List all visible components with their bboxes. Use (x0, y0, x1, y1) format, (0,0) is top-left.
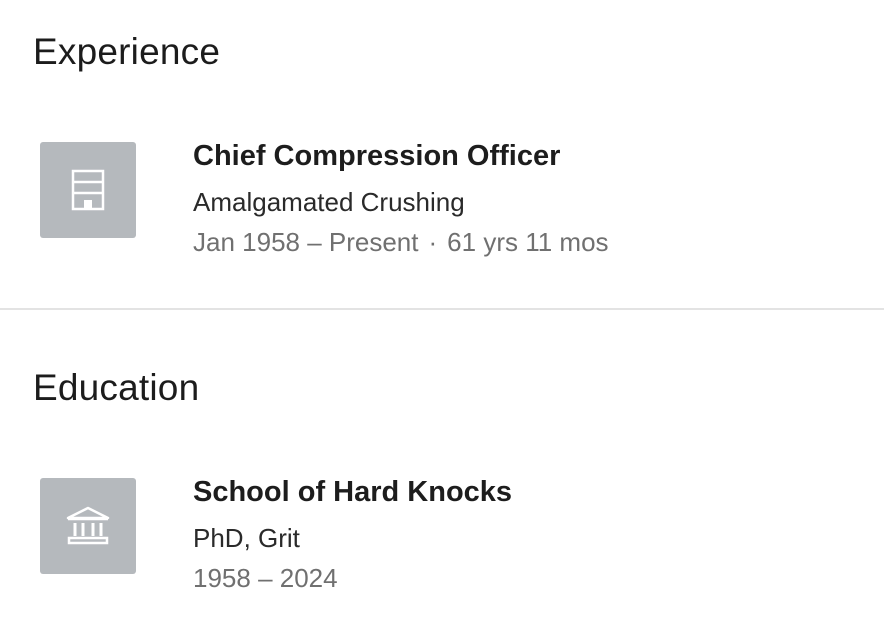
date-range: Jan 1958 – Present (193, 227, 419, 257)
job-title[interactable]: Chief Compression Officer (193, 142, 560, 171)
education-years: 1958 – 2024 (193, 563, 338, 593)
education-section: Education School of Hard Knocks PhD, Gri… (0, 310, 884, 630)
experience-heading: Experience (33, 31, 221, 72)
employment-duration: 61 yrs 11 mos (447, 227, 609, 257)
company-name[interactable]: Amalgamated Crushing (193, 189, 465, 215)
school-icon (66, 506, 110, 545)
employment-dates: Jan 1958 – Present · 61 yrs 11 mos (193, 229, 609, 255)
degree: PhD, Grit (193, 523, 300, 553)
education-heading: Education (33, 367, 200, 408)
school-logo[interactable] (40, 478, 136, 574)
school-name[interactable]: School of Hard Knocks (193, 478, 512, 507)
meta-separator: · (428, 227, 438, 257)
building-icon (71, 169, 105, 211)
company-logo[interactable] (40, 142, 136, 238)
experience-section: Experience Chief Compression Officer Ama… (0, 0, 884, 310)
